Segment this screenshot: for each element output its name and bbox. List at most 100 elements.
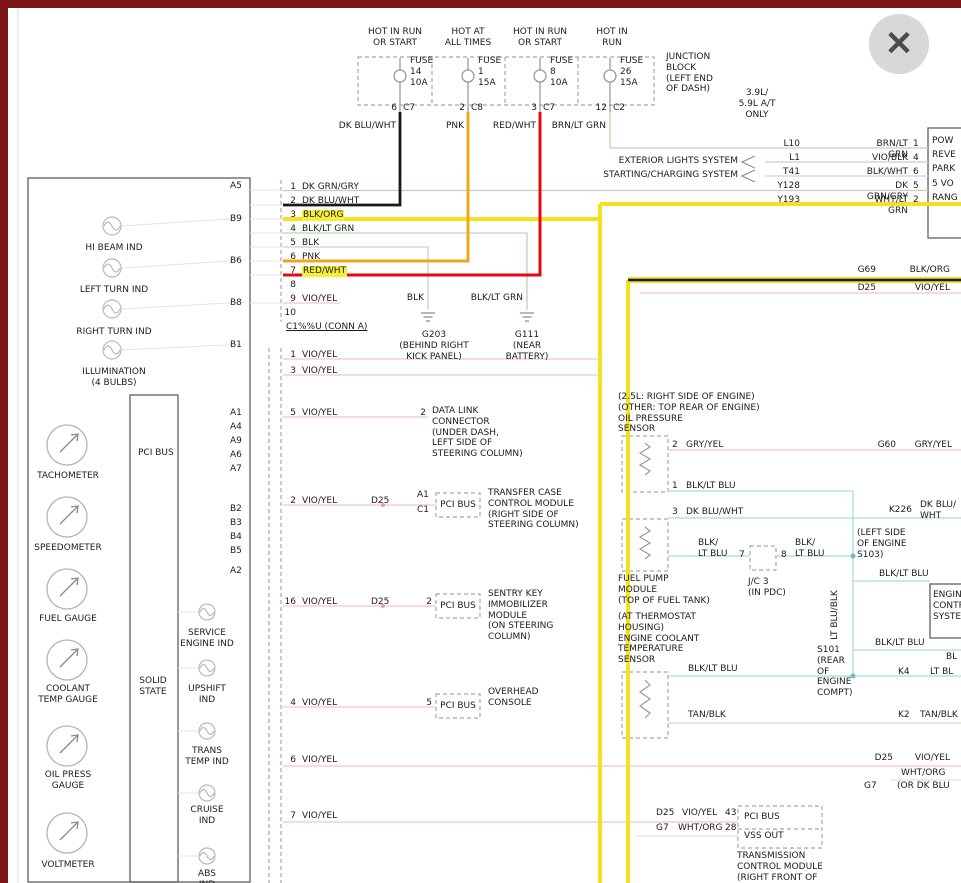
- wire-label: DK BLU/ WHT: [920, 500, 956, 522]
- right-module-text: POW REVE PARK 5 VO RANG: [932, 134, 958, 205]
- pin-number: 8: [781, 550, 787, 561]
- conn-a-pin-number: 4: [290, 224, 296, 235]
- wire-code: Y128: [777, 181, 800, 192]
- conn-b-pin-number: 7: [290, 811, 296, 822]
- vss-out-label: VSS OUT: [744, 831, 784, 842]
- fuse-1-label: FUSE 1 15A: [478, 56, 501, 88]
- left-border-bar: [0, 0, 8, 883]
- exterior-lights-system-label: EXTERIOR LIGHTS SYSTEM: [619, 156, 738, 167]
- tccm-pin-b: C1: [417, 505, 429, 516]
- cluster-pin: B1: [230, 340, 242, 351]
- conn-b-pin-wire: VIO/YEL: [302, 811, 337, 822]
- fuse-26-label: FUSE 26 15A: [620, 56, 643, 88]
- tccm-name: TRANSFER CASE CONTROL MODULE (RIGHT SIDE…: [488, 488, 579, 531]
- conn-b-pin-wire: VIO/YEL: [302, 698, 337, 709]
- wire-label: BLK/LT GRN: [471, 293, 523, 304]
- conn-b-pin-number: 1: [290, 350, 296, 361]
- conn-a-pin-wire: DK BLU/WHT: [302, 196, 359, 207]
- indicator-label-left-turn: LEFT TURN IND: [80, 285, 148, 296]
- wire-code: G60: [878, 440, 896, 451]
- wire-label: WHT/LT GRN: [855, 195, 908, 217]
- wire-label: GRY/YEL: [686, 440, 723, 451]
- fuse-pin: 12: [596, 103, 607, 114]
- pci-bus-label: PCI BUS: [138, 448, 174, 459]
- conn-b-pin-wire: VIO/YEL: [302, 755, 337, 766]
- jc3-label: J/C 3 (IN PDC): [748, 577, 786, 599]
- wire-label: LT BL: [930, 667, 953, 678]
- wire-label: BLK/LT BLU: [879, 569, 929, 580]
- wire-code: G7: [864, 781, 877, 792]
- gauge-label-voltmeter: VOLTMETER: [41, 860, 94, 871]
- conn-a-pin-wire: PNK: [302, 252, 320, 263]
- conn-a-pin-wire-highlighted: BLK/ORG: [302, 210, 344, 221]
- fuel-pump-resistor-icon: [640, 527, 650, 559]
- wire-label: DK BLU/WHT: [686, 507, 743, 518]
- conn-b-pin-number: 3: [290, 366, 296, 377]
- solid-state-label: SOLID STATE: [139, 676, 166, 698]
- conn-a-label: C1%%U (CONN A): [286, 322, 367, 333]
- conn-a-pin-wire: VIO/YEL: [302, 294, 337, 305]
- pin-number: 2: [672, 440, 678, 451]
- cluster-pin: A1: [230, 408, 242, 419]
- pin-number: 2: [913, 195, 919, 206]
- ground-g203-label: G203 (BEHIND RIGHT KICK PANEL): [399, 330, 468, 362]
- pci-bus-label: PCI BUS: [744, 812, 780, 823]
- conn-a-pin-number: 5: [290, 238, 296, 249]
- splice-code: D25: [371, 496, 389, 507]
- ground-g111-label: G111 (NEAR BATTERY): [506, 330, 549, 362]
- arrow-left-icon: [742, 156, 755, 168]
- fuse-1-icon: [462, 70, 474, 82]
- pin-number: 43: [725, 808, 736, 819]
- ohc-name: OVERHEAD CONSOLE: [488, 687, 539, 709]
- fuse-connector: C8: [471, 103, 483, 114]
- junction-block-label: JUNCTION BLOCK (LEFT END OF DASH): [666, 52, 713, 95]
- conn-b-pin-wire: VIO/YEL: [302, 496, 337, 507]
- dashed-outlines: [269, 57, 822, 883]
- wire-label: RED/WHT: [493, 121, 536, 132]
- conn-a-pin-number: 10: [285, 308, 296, 319]
- splice-code: D25: [371, 597, 389, 608]
- cluster-pin: B3: [230, 518, 242, 529]
- indicator-label-trans-temp: TRANS TEMP IND: [185, 746, 229, 768]
- tccm-pin-a: A1: [417, 490, 429, 501]
- conn-a-pin-wire: BLK/LT GRN: [302, 224, 354, 235]
- wire-code: L1: [789, 153, 800, 164]
- wire-label: VIO/YEL: [915, 283, 950, 294]
- fuse-connector: C2: [613, 103, 625, 114]
- conn-b-pin-wire: VIO/YEL: [302, 408, 337, 419]
- gauge-label-tachometer: TACHOMETER: [37, 471, 99, 482]
- close-button[interactable]: ✕: [869, 14, 929, 74]
- fuse-14-icon: [394, 70, 406, 82]
- wire-label: TAN/BLK: [688, 710, 726, 721]
- fuse-8-icon: [534, 70, 546, 82]
- wire-label: VIO/YEL: [682, 808, 717, 819]
- wiring-diagram-viewer: HOT IN RUN OR START HOT AT ALL TIMES HOT…: [0, 0, 961, 883]
- cluster-pin: B8: [230, 298, 242, 309]
- wire-code: T41: [783, 167, 800, 178]
- wire-code: L10: [784, 139, 800, 150]
- cluster-pin: A4: [230, 422, 242, 433]
- fuse-8-label: FUSE 8 10A: [550, 56, 573, 88]
- conn-a-pin-wire: BLK: [302, 238, 319, 249]
- splice-code: D25: [656, 808, 674, 819]
- wire-label: PNK: [446, 121, 464, 132]
- conn-a-pin-number: 6: [290, 252, 296, 263]
- wire-label: WHT/ORG: [901, 768, 946, 779]
- vertical-wire-label: LT BLU/BLK: [830, 590, 841, 640]
- arrow-left-icon: [742, 170, 755, 182]
- wire-red-wht: [283, 112, 540, 275]
- conn-b-pin-number: 4: [290, 698, 296, 709]
- fuse-2-header: HOT AT ALL TIMES: [445, 27, 491, 49]
- close-icon: ✕: [885, 27, 914, 61]
- wire-label: (OR DK BLU: [897, 781, 950, 792]
- skim-pin-number: 2: [426, 597, 432, 608]
- pin-number: 5: [913, 181, 919, 192]
- starting-charging-system-label: STARTING/CHARGING SYSTEM: [603, 170, 738, 181]
- fuel-pump-name: FUEL PUMP MODULE (TOP OF FUEL TANK): [618, 574, 710, 606]
- dlc-pin-number: 2: [420, 408, 426, 419]
- oil-pressure-sensor-name: (2.5L: RIGHT SIDE OF ENGINE) (OTHER: TOP…: [618, 392, 760, 435]
- splice-s103-dot: [851, 554, 856, 559]
- pin-number: 1: [913, 139, 919, 150]
- fuse-3-header: HOT IN RUN OR START: [513, 27, 567, 49]
- pin-number: 6: [913, 167, 919, 178]
